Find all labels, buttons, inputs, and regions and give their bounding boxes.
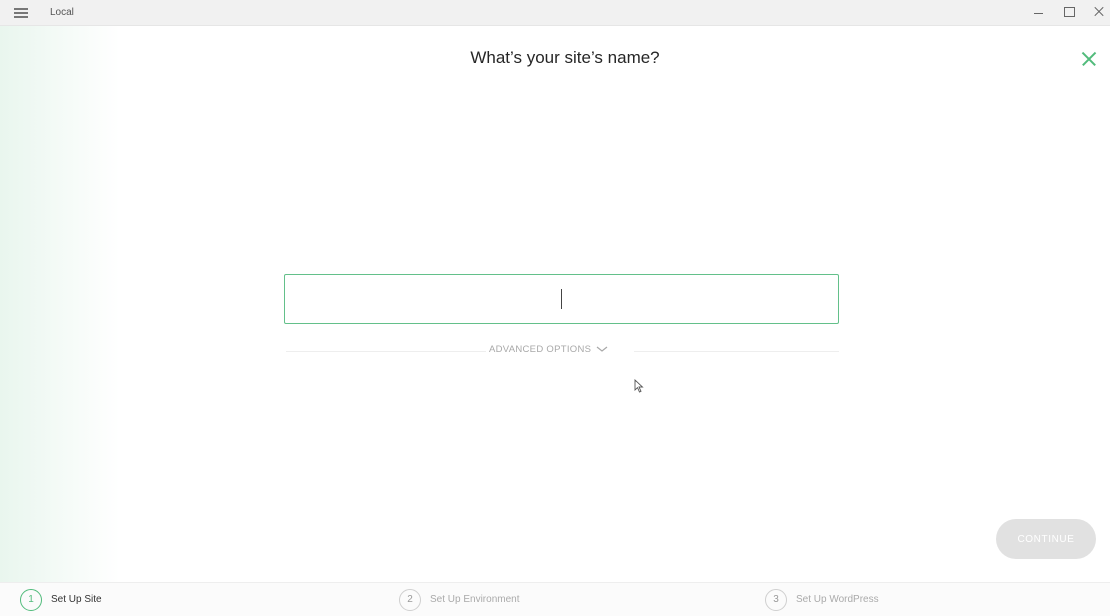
step-label: Set Up WordPress: [796, 594, 879, 605]
title-bar: Local: [0, 0, 1110, 26]
divider-left: [286, 351, 486, 352]
maximize-icon[interactable]: [1060, 3, 1078, 21]
page-title: What’s your site’s name?: [470, 48, 660, 67]
hamburger-menu-icon[interactable]: [14, 8, 28, 18]
continue-button[interactable]: CONTINUE: [996, 519, 1096, 559]
chevron-down-icon: [596, 347, 608, 353]
close-x-icon[interactable]: [1080, 50, 1098, 68]
advanced-options-label: ADVANCED OPTIONS: [489, 344, 592, 355]
app-title: Local: [50, 7, 74, 18]
mouse-pointer-icon: [634, 379, 644, 393]
text-caret: [561, 289, 562, 309]
wizard-steps-bar: 1 Set Up Site 2 Set Up Environment 3 Set…: [0, 582, 1110, 616]
window-close-icon[interactable]: [1090, 3, 1108, 21]
step-label: Set Up Site: [51, 594, 102, 605]
decorative-side-gradient: [0, 26, 120, 582]
step-label: Set Up Environment: [430, 594, 520, 605]
step-number-badge: 3: [765, 589, 787, 611]
divider-right: [634, 351, 839, 352]
step-number-badge: 2: [399, 589, 421, 611]
minimize-icon[interactable]: [1030, 3, 1048, 21]
advanced-options-toggle[interactable]: ADVANCED OPTIONS: [489, 344, 629, 358]
step-number-badge: 1: [20, 589, 42, 611]
